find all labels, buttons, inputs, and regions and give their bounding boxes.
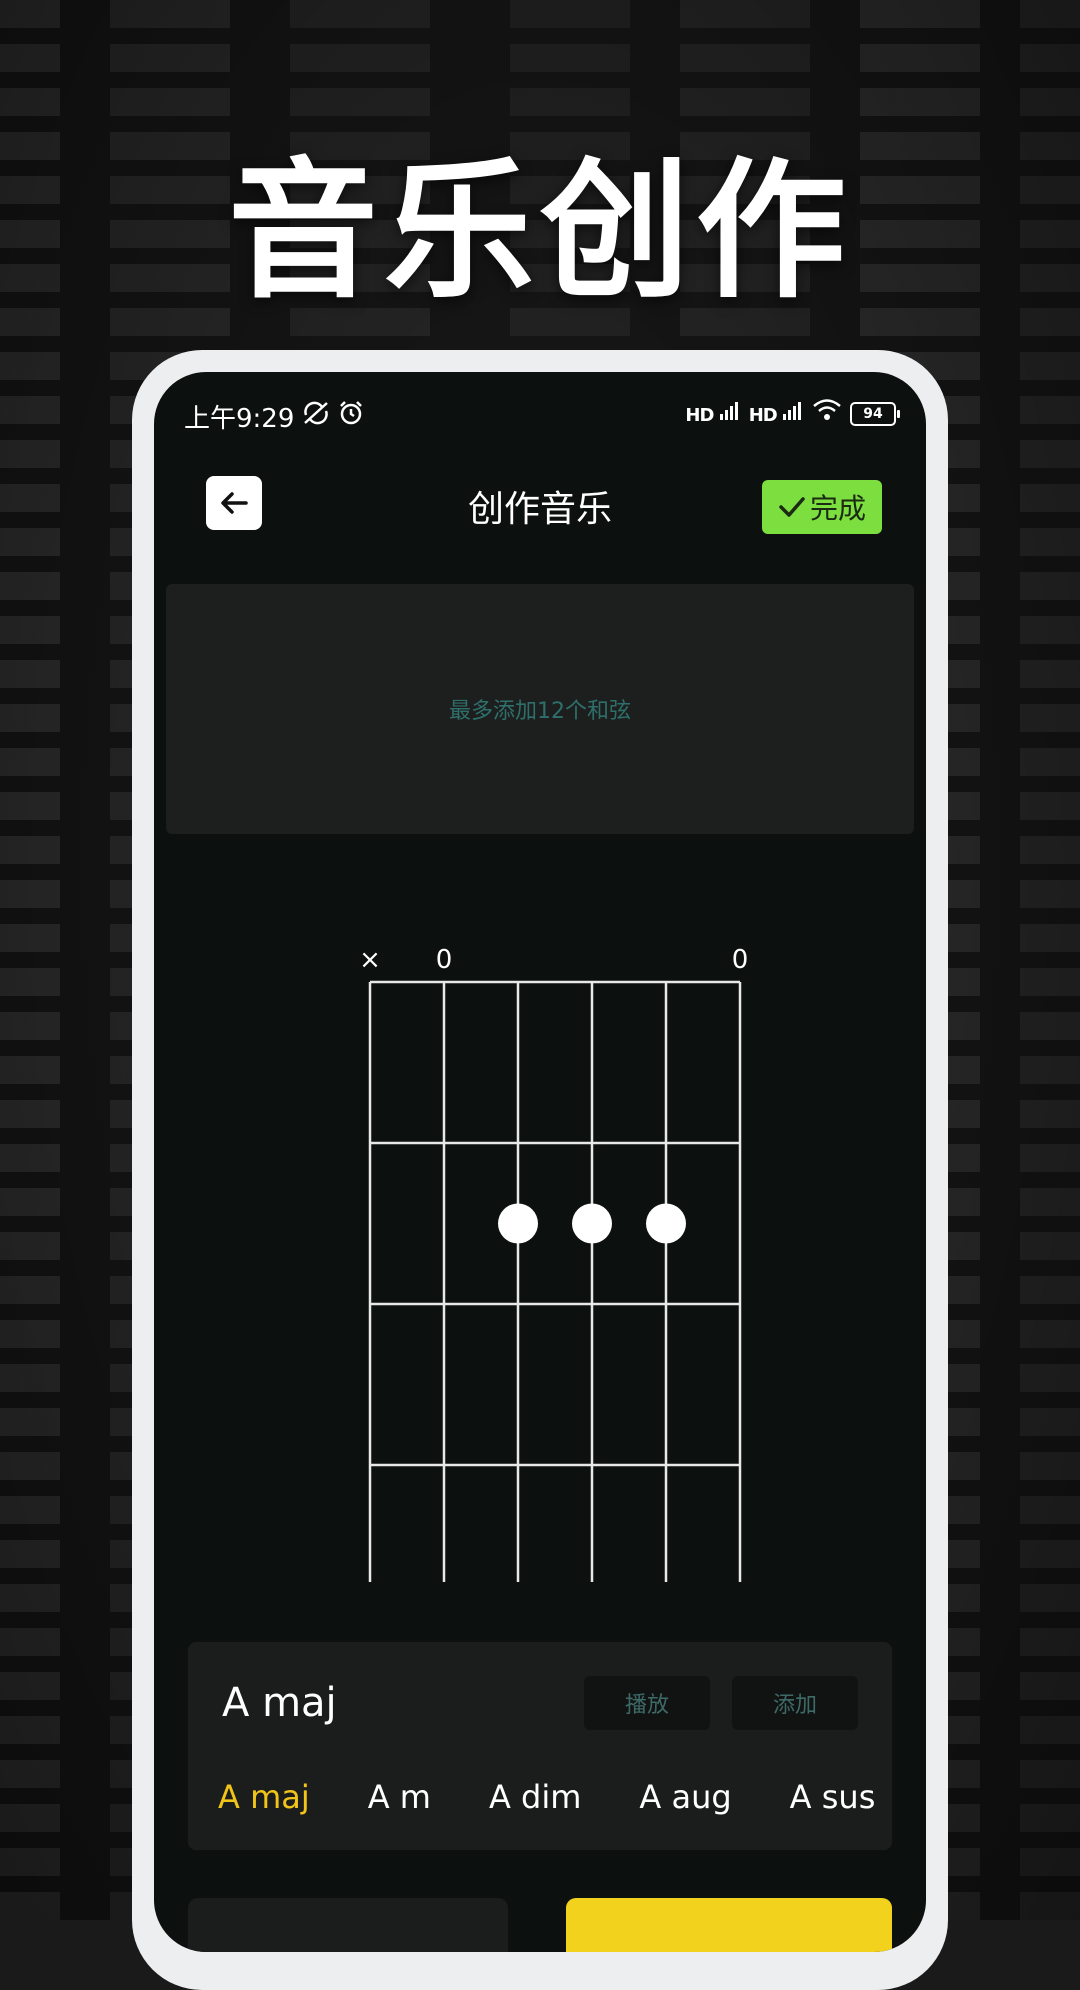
phone-screen: 上午9:29 HD HD 94 创作音乐 完成 最多添加12个和弦 × 0 0 … [154, 372, 926, 1952]
chord-type-list[interactable]: A maj A m A dim A aug A sus [218, 1778, 876, 1828]
string-marker: × [359, 945, 381, 975]
signal-icon: HD [685, 401, 740, 426]
chord-type-item[interactable]: A sus [790, 1778, 876, 1816]
chord-name: A maj [222, 1680, 337, 1726]
chord-type-item[interactable]: A m [368, 1778, 431, 1816]
hero-title: 音乐创作 [227, 143, 852, 319]
bottom-secondary-button[interactable] [188, 1898, 508, 1952]
finger-dot [646, 1203, 686, 1244]
battery-icon: 94 [850, 401, 900, 426]
finger-dot [498, 1203, 538, 1244]
chord-type-item[interactable]: A dim [489, 1778, 581, 1816]
chord-type-item[interactable]: A aug [639, 1778, 731, 1816]
chord-type-item[interactable]: A maj [218, 1778, 310, 1816]
chord-slot-area[interactable]: 最多添加12个和弦 [166, 584, 914, 834]
check-icon [779, 497, 805, 517]
done-label: 完成 [809, 492, 866, 525]
add-button[interactable]: 添加 [732, 1676, 858, 1730]
done-button[interactable]: 完成 [762, 480, 882, 534]
chord-card: A maj 播放 添加 A maj A m A dim A aug A sus [188, 1642, 892, 1850]
bottom-primary-button[interactable] [566, 1898, 892, 1952]
chord-slot-hint: 最多添加12个和弦 [449, 699, 631, 724]
top-bar: 创作音乐 完成 [154, 462, 926, 542]
signal-icon-2: HD [749, 401, 804, 426]
alarm-icon [338, 400, 364, 433]
sync-off-icon [302, 401, 330, 432]
chord-diagram: × 0 0 [359, 945, 749, 1582]
wifi-icon [812, 398, 842, 429]
finger-dot [572, 1203, 612, 1244]
status-bar: 上午9:29 HD HD 94 [154, 372, 926, 452]
play-button[interactable]: 播放 [584, 1676, 710, 1730]
string-marker: 0 [436, 945, 453, 975]
status-time: 上午9:29 [184, 404, 295, 434]
string-marker: 0 [732, 945, 749, 975]
